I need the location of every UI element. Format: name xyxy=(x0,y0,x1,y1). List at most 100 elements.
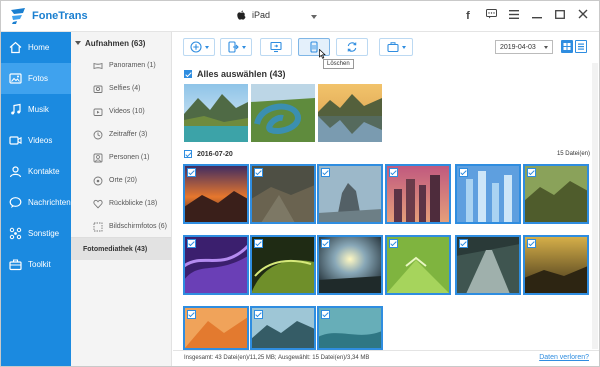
scrollbar[interactable] xyxy=(592,63,598,349)
album-item-panoramen[interactable]: Panoramen (1) xyxy=(71,54,171,77)
album-item-label: Rückblicke (18) xyxy=(109,200,158,207)
photo-thumbnail[interactable] xyxy=(317,235,383,295)
album-group-header[interactable]: Aufnahmen (63) xyxy=(71,32,171,54)
export-button[interactable] xyxy=(220,38,252,56)
photo-thumbnail[interactable] xyxy=(318,84,382,142)
convert-button[interactable] xyxy=(336,38,368,56)
nav-item-fotos[interactable]: Fotos xyxy=(1,63,71,94)
home-icon xyxy=(9,41,22,54)
close-icon[interactable] xyxy=(577,9,589,23)
toolbox-button[interactable] xyxy=(379,38,413,56)
photo-thumbnail[interactable] xyxy=(523,235,589,295)
photo-thumbnail[interactable] xyxy=(385,164,451,224)
photo-thumbnail[interactable] xyxy=(455,235,521,295)
add-button[interactable] xyxy=(183,38,215,56)
thumbnail-checkbox[interactable] xyxy=(254,168,263,177)
date-group-count: 15 Datei(en) xyxy=(556,151,590,157)
thumbnail-checkbox[interactable] xyxy=(321,168,330,177)
date-group-checkbox[interactable] xyxy=(184,150,192,158)
minimize-icon[interactable] xyxy=(531,9,543,23)
date-select[interactable]: 2019-04-03 xyxy=(495,40,553,54)
album-item-bildschirmfotos[interactable]: Bildschirmfotos (6) xyxy=(71,215,171,238)
album-item-label: Bildschirmfotos (6) xyxy=(109,223,167,230)
nav-label: Videos xyxy=(28,136,53,145)
main-nav: Home Fotos Musik Videos Kontakte Nachric… xyxy=(1,32,71,366)
thumbnail-checkbox[interactable] xyxy=(389,168,398,177)
status-bar: Insgesamt: 43 Datei(en)/11,25 MB; Ausgew… xyxy=(173,350,599,366)
photo-thumbnail[interactable] xyxy=(183,235,249,295)
app-logo: FoneTrans xyxy=(9,7,88,25)
other-icon xyxy=(9,227,22,240)
checkbox[interactable] xyxy=(184,70,192,78)
album-item-label: Orte (20) xyxy=(109,177,138,184)
album-item-label: Zeitraffer (3) xyxy=(109,131,148,138)
photo-thumbnail[interactable] xyxy=(184,84,248,142)
selfie-icon xyxy=(93,85,103,93)
thumbnail-checkbox[interactable] xyxy=(187,168,196,177)
album-item-personen[interactable]: Personen (1) xyxy=(71,146,171,169)
panorama-icon xyxy=(93,62,103,69)
person-icon xyxy=(93,153,103,162)
album-item-rueckblicke[interactable]: Rückblicke (18) xyxy=(71,192,171,215)
thumbnail-checkbox[interactable] xyxy=(527,168,536,177)
photo-thumbnail[interactable] xyxy=(183,164,249,224)
nav-item-toolkit[interactable]: Toolkit xyxy=(1,249,71,280)
maximize-icon[interactable] xyxy=(554,9,566,23)
nav-item-home[interactable]: Home xyxy=(1,32,71,63)
chevron-down-icon xyxy=(241,45,246,49)
list-view-icon xyxy=(578,43,584,50)
album-item-fotomediathek[interactable]: Fotomediathek (43) xyxy=(71,238,171,260)
thumbnail-checkbox[interactable] xyxy=(459,168,468,177)
album-item-zeitraffer[interactable]: Zeitraffer (3) xyxy=(71,123,171,146)
mouse-cursor-icon xyxy=(319,49,326,59)
thumbnail-checkbox[interactable] xyxy=(321,239,330,248)
thumbnail-checkbox[interactable] xyxy=(254,239,263,248)
thumbnail-checkbox[interactable] xyxy=(254,310,263,319)
photo-thumbnail[interactable] xyxy=(251,84,315,142)
photo-thumbnail[interactable] xyxy=(250,306,316,350)
facebook-icon[interactable]: f xyxy=(462,9,474,23)
date-group-title: 2016-07-20 xyxy=(197,150,233,158)
photo-thumbnail[interactable] xyxy=(317,306,383,350)
export-to-pc-button[interactable] xyxy=(260,38,292,56)
photo-thumbnail[interactable] xyxy=(183,306,249,350)
device-selector[interactable]: iPad xyxy=(237,10,270,20)
nav-label: Nachrichten xyxy=(28,198,71,207)
video-icon xyxy=(93,108,103,116)
nav-item-musik[interactable]: Musik xyxy=(1,94,71,125)
thumbnail-checkbox[interactable] xyxy=(187,310,196,319)
thumbnail-checkbox[interactable] xyxy=(459,239,468,248)
memories-icon xyxy=(93,199,103,208)
album-list: Aufnahmen (63) Panoramen (1) Selfies (4)… xyxy=(71,32,172,366)
album-item-selfies[interactable]: Selfies (4) xyxy=(71,77,171,100)
select-all-checkbox[interactable]: Alles auswählen (43) xyxy=(184,69,286,79)
thumbnail-checkbox[interactable] xyxy=(187,239,196,248)
album-group-title: Aufnahmen (63) xyxy=(85,38,146,48)
nav-item-sonstige[interactable]: Sonstige xyxy=(1,218,71,249)
grid-view-button[interactable] xyxy=(561,40,573,53)
photo-thumbnail[interactable] xyxy=(385,235,451,295)
nav-item-videos[interactable]: Videos xyxy=(1,125,71,156)
nav-label: Fotos xyxy=(28,74,49,83)
chevron-down-icon[interactable] xyxy=(311,15,317,19)
photo-thumbnail[interactable] xyxy=(250,164,316,224)
data-lost-link[interactable]: Daten verloren? xyxy=(539,354,589,361)
thumbnail-checkbox[interactable] xyxy=(527,239,536,248)
nav-item-kontakte[interactable]: Kontakte xyxy=(1,156,71,187)
message-icon xyxy=(9,197,22,208)
album-item-videos[interactable]: Videos (10) xyxy=(71,100,171,123)
album-item-orte[interactable]: Orte (20) xyxy=(71,169,171,192)
device-name: iPad xyxy=(252,10,271,20)
thumbnail-checkbox[interactable] xyxy=(389,239,398,248)
menu-icon[interactable] xyxy=(508,9,520,23)
nav-item-nachrichten[interactable]: Nachrichten xyxy=(1,187,71,218)
photo-thumbnail[interactable] xyxy=(455,164,521,224)
chevron-down-icon[interactable] xyxy=(75,41,81,45)
list-view-button[interactable] xyxy=(575,40,587,53)
photo-thumbnail[interactable] xyxy=(523,164,589,224)
photo-thumbnail[interactable] xyxy=(250,235,316,295)
photo-thumbnail[interactable] xyxy=(317,164,383,224)
chevron-down-icon xyxy=(401,45,406,49)
thumbnail-checkbox[interactable] xyxy=(321,310,330,319)
feedback-icon[interactable] xyxy=(485,9,497,23)
